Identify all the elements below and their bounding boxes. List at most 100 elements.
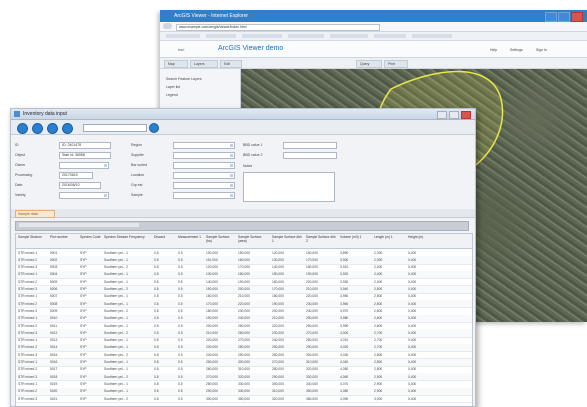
toolbar-button-query[interactable]: Query [356,60,382,68]
back-icon[interactable] [163,23,172,29]
field-label: Supplier [131,153,144,157]
bookmark-item[interactable] [206,34,236,38]
minimize-icon[interactable] [545,12,557,22]
table-cell: 5001 [50,250,58,255]
notes-textarea[interactable] [243,172,335,202]
table-cell: STR mixed 2 [18,279,38,284]
sidebar-item-legend[interactable]: Legend [166,93,178,97]
table-cell: 260,000 [272,352,284,357]
table-cell: 5007 [50,294,58,299]
table-cell: 3,900 [340,257,349,262]
table-cell: 0,400 [408,374,417,379]
sample-dropdown[interactable] [173,192,235,199]
region-dropdown[interactable] [173,142,235,149]
table-cell: SYP [80,389,87,394]
column-header[interactable]: Volume (m3) 1 [340,235,372,239]
next-record-icon[interactable] [47,123,58,134]
bbd-value-2-field[interactable] [283,152,337,159]
bookmark-item[interactable] [412,34,452,38]
search-icon[interactable] [149,123,159,133]
app-title: ArcGIS Viewer demo [218,45,284,52]
table-cell: 360,000 [306,396,318,401]
table-row[interactable]: STR mixed 3 5021 SYP Southern yel... 2 0.8 0.… [16,395,472,404]
id-field[interactable]: ID: 2401478 [59,142,111,149]
toolbar-button-edit[interactable]: Edit [220,60,242,68]
first-record-icon[interactable] [17,123,28,134]
tab-sample-data[interactable]: Sample data [15,210,55,218]
table-cell: Southern yel... 1 [104,323,129,328]
toolbar-button-layers[interactable]: Layers [190,60,218,68]
maximize-icon[interactable] [449,111,459,119]
bookmark-item[interactable] [288,34,324,38]
table-cell: 0.8 [154,338,159,343]
processing-field[interactable]: 20170615 [59,172,93,179]
column-header[interactable]: Length (m) 1 [374,235,406,239]
column-header[interactable]: Sample Surface dbh 2 [306,235,338,243]
column-header[interactable]: Height (m) [408,235,440,239]
data-grid[interactable]: Sample Stratum Plot number Species Code Spe… [15,233,473,406]
bookmark-item[interactable] [166,34,200,38]
table-cell: 3,920 [340,272,349,277]
header-link-signin[interactable]: Sign In [536,48,547,52]
column-header[interactable]: Discard [154,235,176,239]
table-cell: 0.8 [154,374,159,379]
group-by-field[interactable] [19,223,139,227]
table-cell: 0.8 [154,287,159,292]
table-cell: 2,300 [374,257,383,262]
column-header[interactable]: Sample Stratum [18,235,48,239]
grid-header: Sample Stratum Plot number Species Code Spe… [16,234,472,249]
table-cell: 140,000 [206,279,218,284]
bookmark-item[interactable] [374,34,406,38]
column-header[interactable]: Plot number [50,235,78,239]
bookmark-item[interactable] [242,34,282,38]
header-link-settings[interactable]: Settings [510,48,523,52]
close-icon[interactable] [571,12,583,22]
variety-dropdown[interactable] [59,192,109,199]
date-field[interactable]: 2016/06/10 [59,182,101,189]
url-input[interactable]: www.example.com/arcgis/viewer/index.html [176,24,380,31]
column-header[interactable]: Sample Surface (area) [238,235,270,243]
location-dropdown[interactable] [173,172,235,179]
table-cell: STR mixed 2 [18,301,38,306]
table-cell: 2,900 [374,381,383,386]
object-field[interactable]: Stab Id: 36988 [59,152,111,159]
column-header[interactable]: Sample Surface (ha) [206,235,236,243]
table-cell: 0.5 [178,250,183,255]
table-cell: 210,000 [238,294,250,299]
supplier-dropdown[interactable] [173,152,235,159]
toolbar-button-print[interactable]: Print [384,60,408,68]
bbd-value-1-field[interactable] [283,142,337,149]
close-icon[interactable] [461,111,471,119]
sidebar-item-search[interactable]: Search Feature Layers [166,77,202,81]
table-cell: 0,400 [408,287,417,292]
table-cell: Southern yel... 1 [104,389,129,394]
previous-record-icon[interactable] [32,123,43,134]
bookmark-item[interactable] [330,34,368,38]
table-cell: 0.8 [154,381,159,386]
group-dropdown[interactable] [173,182,235,189]
column-header[interactable]: Sample Surface dbh 1 [272,235,304,243]
table-cell: 240,000 [272,338,284,343]
table-cell: 230,000 [206,345,218,350]
table-cell: STR mixed 2 [18,323,38,328]
table-cell: 0.8 [154,345,159,350]
toolbar-button-map[interactable]: Map [164,60,188,68]
table-cell: 2,400 [374,279,383,284]
header-link-help[interactable]: Help [490,48,497,52]
minimize-icon[interactable] [437,111,447,119]
table-cell: 170,000 [306,257,318,262]
table-cell: SYP [80,396,87,401]
column-header[interactable]: Species Stratum Frequency [104,235,152,239]
table-cell: 0.5 [178,330,183,335]
table-cell: 0.5 [178,396,183,401]
table-cell: 5004 [50,272,58,277]
last-record-icon[interactable] [62,123,73,134]
sidebar-item-layers[interactable]: Layer list [166,85,180,89]
column-header[interactable]: Measurement 1 [178,235,204,239]
owner-dropdown[interactable] [59,162,109,169]
maximize-icon[interactable] [558,12,570,22]
record-selector[interactable] [83,124,147,132]
table-cell: 200,000 [272,308,284,313]
column-header[interactable]: Species Code [80,235,102,239]
barsorted-dropdown[interactable] [173,162,235,169]
